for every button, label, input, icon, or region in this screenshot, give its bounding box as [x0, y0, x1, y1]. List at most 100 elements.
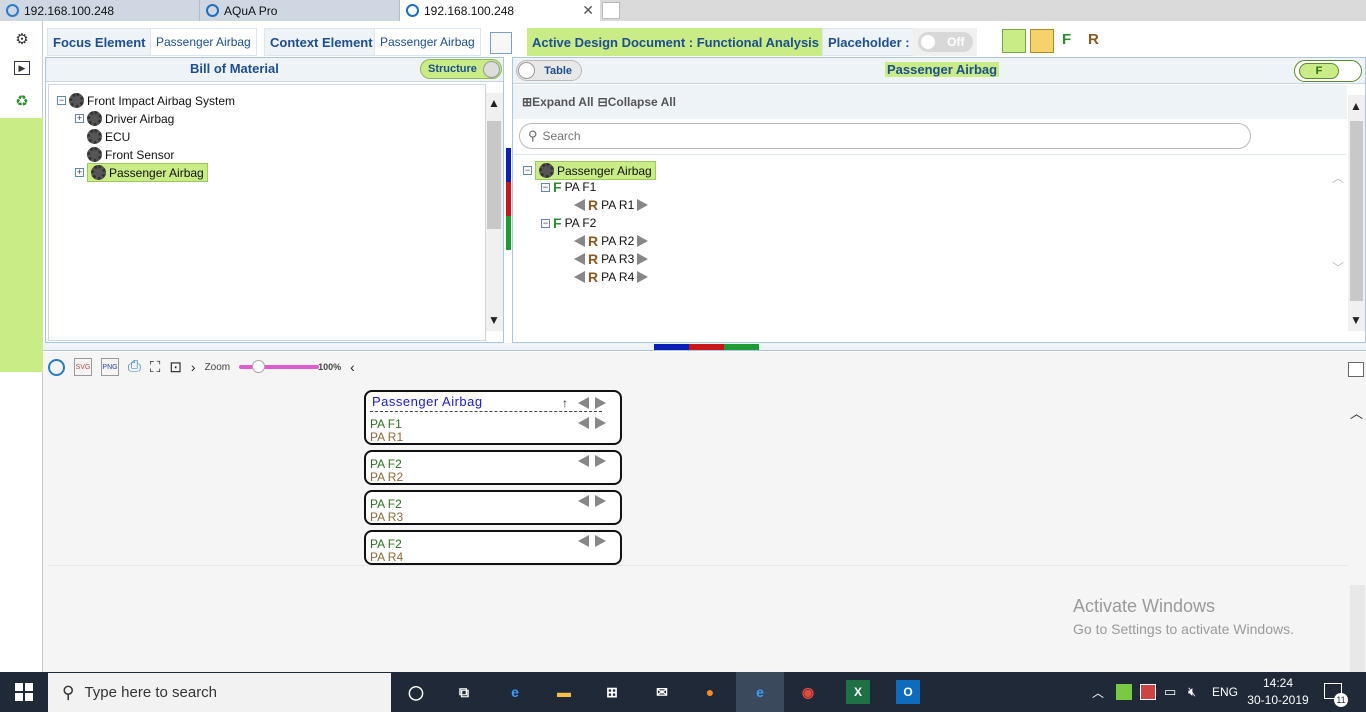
scrollbar-thumb[interactable] [487, 121, 501, 229]
search-box[interactable]: ⚲ [519, 123, 1251, 149]
arrow-left-icon[interactable] [578, 495, 589, 507]
fullscreen-icon[interactable]: ⛶ [150, 359, 161, 376]
f-toggle[interactable]: F [1294, 60, 1362, 82]
edge-icon[interactable]: e [503, 680, 527, 704]
scroll-up-icon[interactable]: ▲ [1350, 99, 1362, 113]
excel-icon[interactable]: X [846, 680, 870, 704]
firefox-icon[interactable]: ● [698, 680, 722, 704]
add-r-button[interactable]: R [1088, 31, 1099, 48]
arrow-left-icon[interactable] [574, 199, 585, 211]
structure-toggle[interactable]: Structure [420, 59, 502, 79]
chevron-up-icon[interactable]: ︿ [1092, 684, 1104, 701]
diagram-card[interactable]: PA F2 PA R3 [364, 490, 622, 525]
arrow-left-icon[interactable] [578, 417, 589, 429]
arrow-right-icon[interactable] [595, 417, 606, 429]
arrow-up-icon[interactable]: ↑ [562, 396, 568, 410]
scroll-up-icon[interactable]: ▲ [488, 96, 500, 110]
export-png-icon[interactable]: PNG [101, 358, 119, 376]
export-svg-icon[interactable]: SVG [74, 358, 92, 376]
arrow-right-icon[interactable] [595, 455, 606, 467]
diagram-card[interactable]: PA F2 PA R4 [364, 530, 622, 565]
arrow-right-icon[interactable] [637, 199, 649, 211]
tray-app-icon[interactable] [1140, 684, 1156, 700]
expand-icon[interactable]: + [75, 114, 84, 123]
tree-item[interactable]: + Driver Airbag [75, 111, 174, 126]
r-node[interactable]: R PA R3 [574, 251, 649, 267]
arrow-left-icon[interactable] [578, 397, 589, 409]
search-input[interactable] [542, 129, 1143, 143]
scroll-down-icon[interactable]: ▼ [1350, 313, 1362, 327]
print-icon[interactable]: ⎙ [128, 358, 141, 376]
table-toggle[interactable]: Table [516, 60, 582, 81]
r-node[interactable]: R PA R1 [574, 197, 649, 213]
close-tab-icon[interactable]: ✕ [582, 2, 594, 19]
r-node[interactable]: R PA R2 [574, 233, 649, 249]
collapse-icon[interactable]: − [57, 96, 66, 105]
zoom-slider-knob[interactable] [252, 360, 266, 373]
bom-scrollbar[interactable] [486, 93, 503, 331]
arrow-left-icon[interactable] [578, 535, 589, 547]
arrow-right-icon[interactable] [595, 535, 606, 547]
task-view-icon[interactable]: ⧉ [452, 680, 476, 704]
browser-tab-1[interactable]: 192.168.100.248 [0, 0, 200, 21]
arrow-left-icon[interactable] [574, 235, 585, 247]
chevron-up-icon[interactable]: ︿ [1350, 403, 1363, 422]
diagram-card[interactable]: PA F2 PA R2 [364, 450, 622, 485]
internet-explorer-icon[interactable]: e [748, 680, 772, 704]
document-edit-icon[interactable] [490, 32, 512, 54]
inner-scroll-up-icon[interactable]: ︿ [1332, 169, 1344, 186]
volume-muted-icon[interactable]: 🔇︎ [1188, 684, 1196, 700]
tray-app-icon[interactable] [1116, 684, 1132, 700]
diagram-card[interactable]: Passenger Airbag ↑ PA F1 PA R1 [364, 390, 622, 445]
arrow-left-icon[interactable] [574, 253, 585, 265]
tree-root[interactable]: − Passenger Airbag [523, 161, 656, 180]
clock-time[interactable]: 14:24 [1258, 676, 1298, 690]
browser-tab-3-active[interactable]: 192.168.100.248 ✕ [400, 0, 600, 21]
expand-icon[interactable]: + [75, 168, 84, 177]
zoom-slider[interactable] [239, 360, 320, 373]
collapse-icon[interactable]: − [541, 182, 550, 192]
language-indicator[interactable]: ENG [1212, 685, 1238, 699]
tree-item[interactable]: ECU [87, 129, 130, 144]
clock-date[interactable]: 30-10-2019 [1246, 693, 1310, 707]
tree-item-selected[interactable]: + Passenger Airbag [75, 163, 208, 182]
arrow-right-icon[interactable] [595, 495, 606, 507]
add-list-icon[interactable] [1030, 29, 1054, 53]
chevron-right-icon[interactable]: › [191, 359, 196, 375]
network-icon[interactable]: ▭ [1164, 684, 1176, 700]
f-node[interactable]: − F PA F2 [541, 215, 596, 231]
diagram-scrollbar[interactable] [1350, 585, 1365, 672]
store-icon[interactable]: ⊞ [600, 680, 624, 704]
browser-tab-2[interactable]: AQuA Pro [200, 0, 400, 21]
mail-icon[interactable]: ✉ [650, 680, 674, 704]
add-f-button[interactable]: F [1062, 31, 1071, 48]
arrow-right-icon[interactable] [637, 253, 649, 265]
arrow-left-icon[interactable] [578, 455, 589, 467]
f-node[interactable]: − F PA F1 [541, 179, 596, 195]
tree-item[interactable]: − Front Impact Airbag System [57, 93, 235, 108]
collapse-all-button[interactable]: ⊟Collapse All [598, 95, 676, 109]
chevron-left-icon[interactable]: ‹ [350, 359, 355, 375]
screen-icon[interactable]: ▶ [14, 61, 30, 75]
arrow-right-icon[interactable] [595, 397, 606, 409]
r-node[interactable]: R PA R4 [574, 269, 649, 285]
expand-all-button[interactable]: ⊞Expand All [522, 95, 594, 109]
file-explorer-icon[interactable]: ▬ [552, 680, 576, 704]
new-tab-button[interactable] [602, 2, 620, 19]
chrome-icon[interactable]: ◉ [796, 680, 820, 704]
cortana-icon[interactable]: ◯ [404, 680, 428, 704]
arrow-right-icon[interactable] [637, 235, 649, 247]
collapse-icon[interactable]: − [523, 166, 532, 175]
gear-icon[interactable]: ⚙ [12, 29, 32, 49]
scrollbar-thumb[interactable] [1350, 121, 1363, 301]
arrow-left-icon[interactable] [574, 271, 585, 283]
table-view-icon[interactable] [1348, 362, 1364, 377]
scroll-down-icon[interactable]: ▼ [488, 313, 500, 327]
windows-start-icon[interactable] [15, 683, 33, 701]
outlook-icon[interactable]: O [896, 680, 920, 704]
refresh-icon[interactable] [48, 358, 65, 376]
add-document-icon[interactable] [1002, 29, 1026, 53]
fit-to-screen-icon[interactable]: ⊡ [169, 358, 182, 376]
collapse-icon[interactable]: − [541, 218, 550, 228]
arrow-right-icon[interactable] [637, 271, 649, 283]
